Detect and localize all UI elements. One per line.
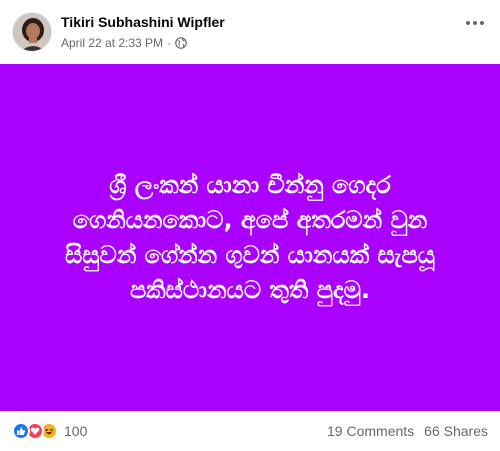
post-timestamp[interactable]: April 22 at 2:33 PM xyxy=(61,36,163,50)
comments-count-link[interactable]: 19 Comments xyxy=(327,423,414,439)
like-icon xyxy=(12,422,30,440)
reactions-summary[interactable]: 100 xyxy=(12,422,87,440)
more-options-icon[interactable] xyxy=(464,16,486,30)
avatar-photo xyxy=(13,13,51,51)
meta-separator: · xyxy=(167,36,172,50)
post-text-card: ශ්‍රී ලංකන් යානා චීන්නු ගෙදර ගෙනියනකොට, … xyxy=(0,64,500,411)
shares-count-link[interactable]: 66 Shares xyxy=(424,423,488,439)
post-footer: 100 19 Comments 66 Shares xyxy=(0,411,500,451)
facebook-post: Tikiri Subhashini Wipfler April 22 at 2:… xyxy=(0,0,500,451)
post-header: Tikiri Subhashini Wipfler April 22 at 2:… xyxy=(0,0,500,64)
post-meta: April 22 at 2:33 PM · xyxy=(61,35,187,51)
author-name[interactable]: Tikiri Subhashini Wipfler xyxy=(61,14,225,30)
engagement-counts: 19 Comments 66 Shares xyxy=(327,423,488,439)
reaction-count: 100 xyxy=(64,423,88,439)
author-avatar[interactable] xyxy=(12,12,52,52)
globe-icon[interactable] xyxy=(175,37,187,49)
post-text: ශ්‍රී ලංකන් යානා චීන්නු ගෙදර ගෙනියනකොට, … xyxy=(65,170,435,304)
